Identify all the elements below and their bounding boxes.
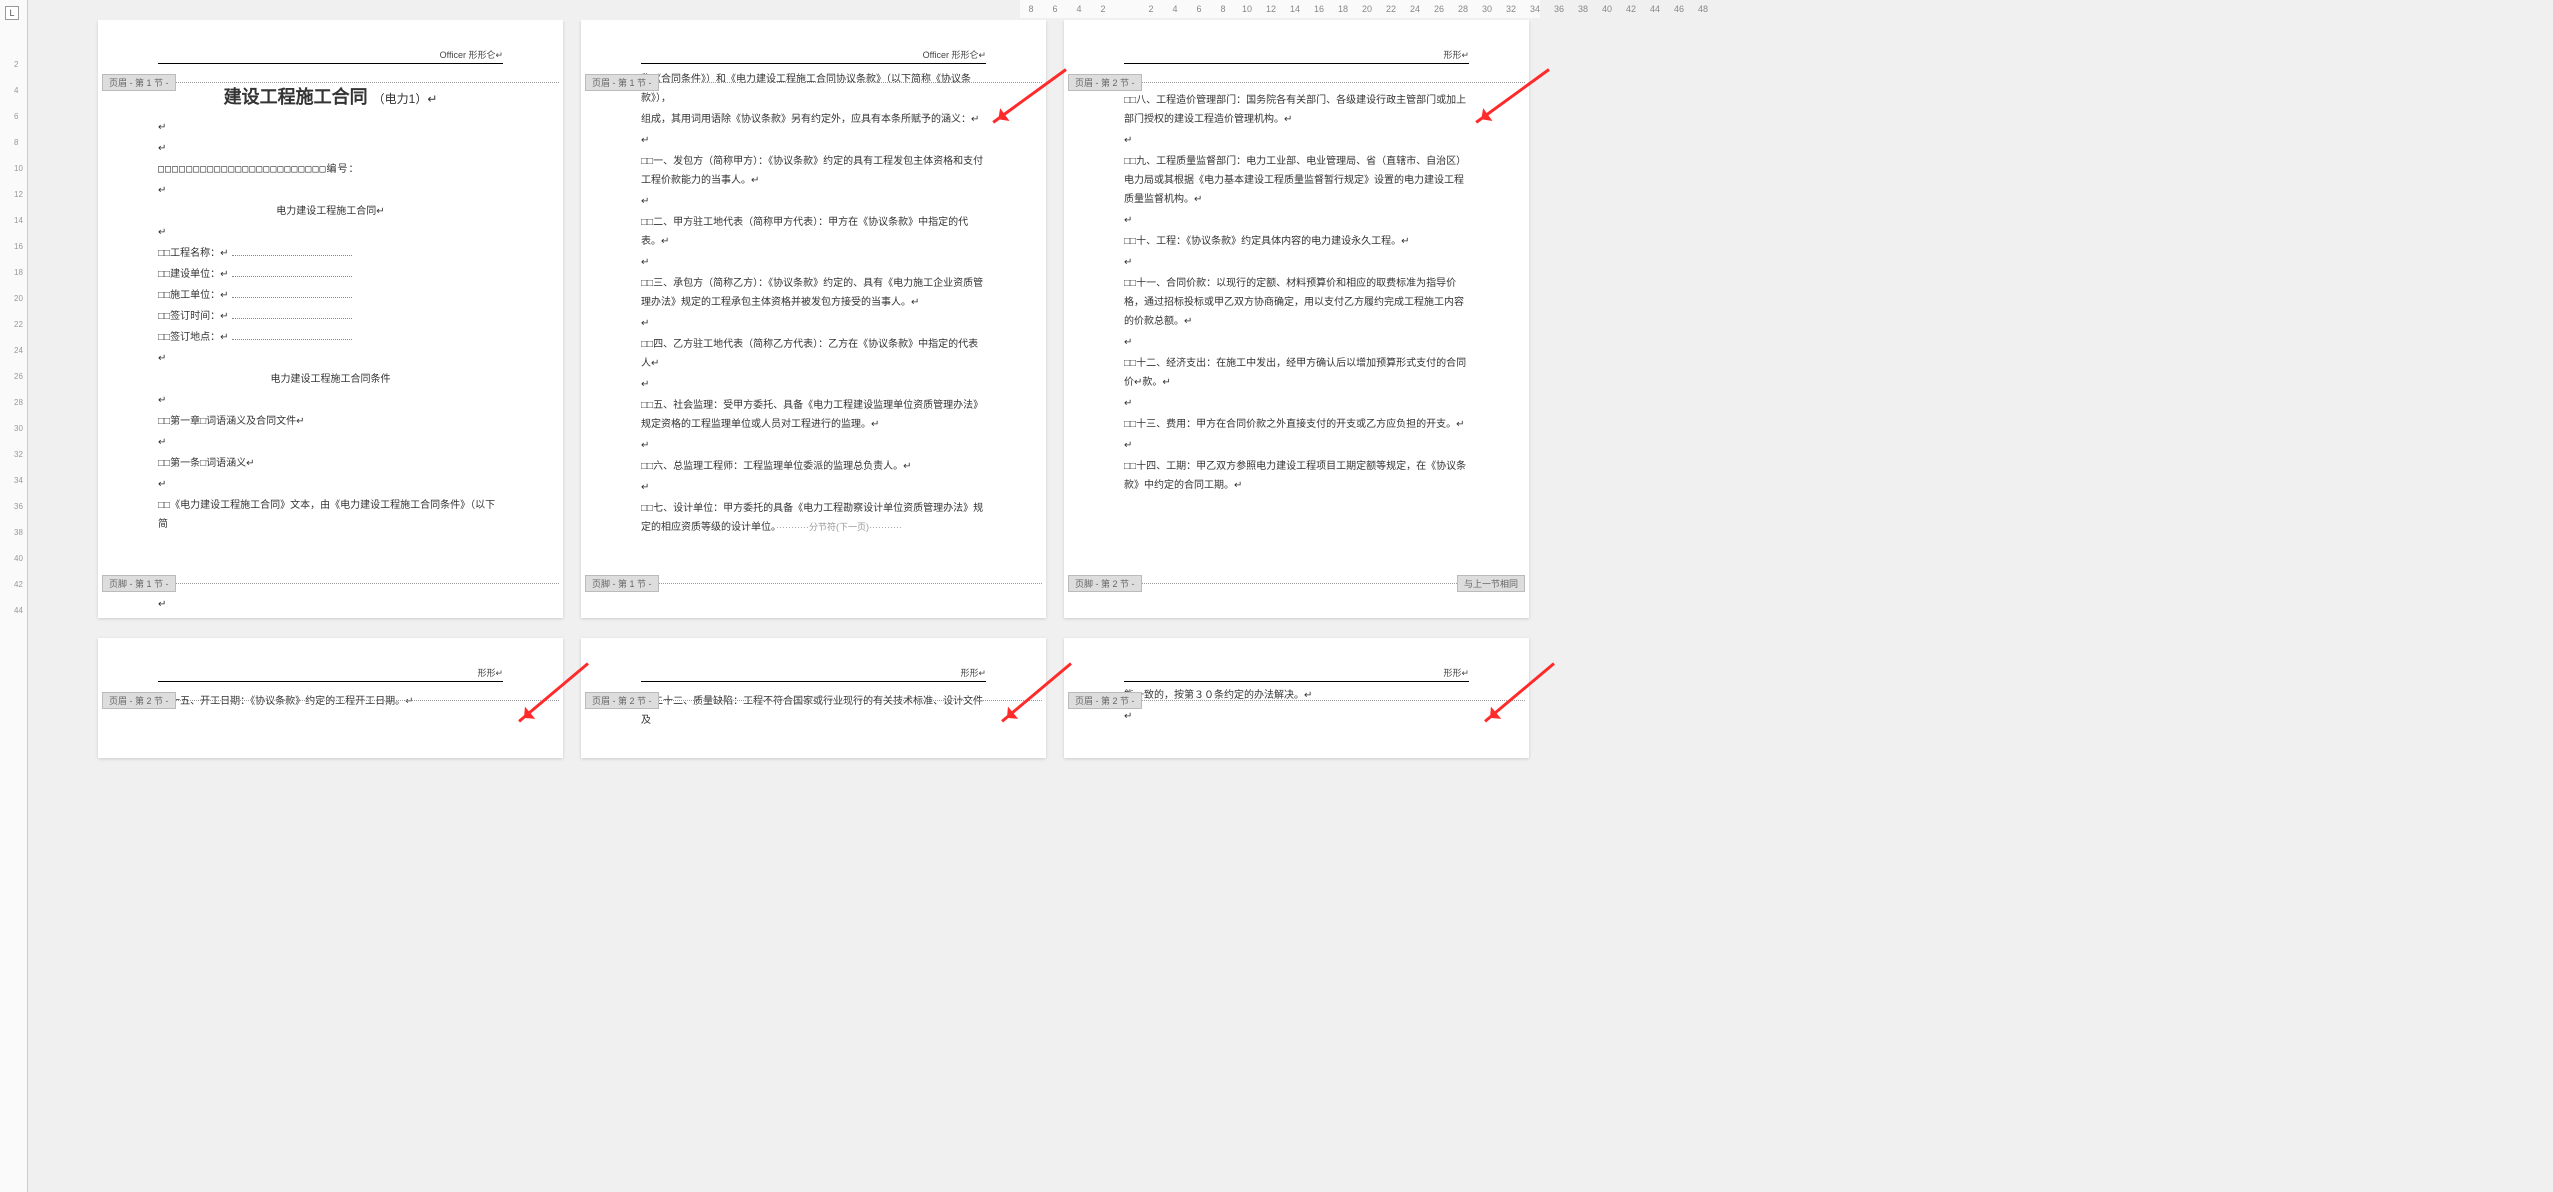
ruler-tick: 18 — [14, 268, 23, 277]
header-section-tag: 页眉 - 第 2 节 - — [102, 692, 176, 709]
page-header[interactable]: 形形↵ — [1124, 638, 1469, 682]
ruler-tick: 36 — [14, 502, 23, 511]
tab-stop-indicator[interactable]: L — [5, 6, 19, 20]
section-break: ···········分节符(下一页)··········· — [776, 522, 902, 532]
ruler-tick: 10 — [14, 164, 23, 173]
document-workspace: Officer 形形仑↵ 页眉 - 第 1 节 - 建设工程施工合同 （电力1）… — [28, 20, 2553, 1192]
ruler-tick: 38 — [14, 528, 23, 537]
ruler-tick: 34 — [14, 476, 23, 485]
ruler-tick: 44 — [1648, 4, 1662, 14]
ruler-tick: 46 — [1672, 4, 1686, 14]
page-2[interactable]: Officer 形形仑↵ 页眉 - 第 1 节 - 称《合同条件》）和《电力建设… — [581, 20, 1046, 618]
page-3[interactable]: 形形↵ 页眉 - 第 2 节 - ↵ □□八、工程造价管理部门：国务院各有关部门… — [1064, 20, 1529, 618]
ruler-tick: 32 — [1504, 4, 1518, 14]
ruler-tick: 38 — [1576, 4, 1590, 14]
field-project-name: □□工程名称：↵ — [158, 244, 503, 263]
ruler-tick: 14 — [1288, 4, 1302, 14]
field-sign-date: □□签订时间：↵ — [158, 307, 503, 326]
header-section-tag: 页眉 - 第 1 节 - — [102, 74, 176, 91]
horizontal-ruler[interactable]: 8642246810121416182022242628303234363840… — [1020, 0, 1540, 18]
footer-section-tag: 页脚 - 第 1 节 - — [102, 575, 176, 592]
ruler-tick: 12 — [14, 190, 23, 199]
ruler-tick: 6 — [1048, 4, 1062, 14]
ruler-tick: 22 — [1384, 4, 1398, 14]
footer-same-as-prev: 与上一节相同 — [1457, 575, 1525, 592]
ruler-tick: 6 — [14, 112, 18, 121]
ruler-tick: 2 — [14, 60, 18, 69]
page-body[interactable]: 建设工程施工合同 （电力1）↵ ↵ ↵ □□□□□□□□□□□□□□□□□□□□… — [98, 64, 563, 546]
serial-box-line: □□□□□□□□□□□□□□□□□□□□□□□□编号： — [158, 160, 503, 179]
header-section-tag: 页眉 - 第 2 节 - — [1068, 692, 1142, 709]
page-1[interactable]: Officer 形形仑↵ 页眉 - 第 1 节 - 建设工程施工合同 （电力1）… — [98, 20, 563, 618]
ruler-tick: 2 — [1096, 4, 1110, 14]
header-section-tag: 页眉 - 第 2 节 - — [1068, 74, 1142, 91]
ruler-tick: 8 — [1024, 4, 1038, 14]
page-body[interactable]: 称《合同条件》）和《电力建设工程施工合同协议条款》（以下简称《协议条款》）， 组… — [581, 64, 1046, 549]
ruler-tick: 42 — [1624, 4, 1638, 14]
subtitle: 电力建设工程施工合同↵ — [158, 202, 503, 221]
page-body[interactable]: 能一致的，按第３０条约定的办法解决。↵ ↵ — [1064, 682, 1529, 738]
footer-section-tag: 页脚 - 第 2 节 - — [1068, 575, 1142, 592]
ruler-tick: 42 — [14, 580, 23, 589]
pages-row-1: Officer 形形仑↵ 页眉 - 第 1 节 - 建设工程施工合同 （电力1）… — [28, 20, 2553, 618]
ruler-tick: 16 — [14, 242, 23, 251]
footer-section-tag: 页脚 - 第 1 节 - — [585, 575, 659, 592]
ruler-tick: 10 — [1240, 4, 1254, 14]
ruler-tick: 18 — [1336, 4, 1350, 14]
ruler-tick: 6 — [1192, 4, 1206, 14]
ruler-tick: 20 — [14, 294, 23, 303]
page-6[interactable]: 形形↵ 页眉 - 第 2 节 - 能一致的，按第３０条约定的办法解决。↵ ↵ — [1064, 638, 1529, 758]
body-text: □□《电力建设工程施工合同》文本，由《电力建设工程施工合同条件》（以下简 — [158, 496, 503, 534]
ruler-tick: 8 — [1216, 4, 1230, 14]
chapter-heading: □□第一章□词语涵义及合同文件↵ — [158, 412, 503, 431]
subtitle-conditions: 电力建设工程施工合同条件 — [158, 370, 503, 389]
header-section-tag: 页眉 - 第 1 节 - — [585, 74, 659, 91]
ruler-tick: 36 — [1552, 4, 1566, 14]
page-header[interactable]: Officer 形形仑↵ — [641, 20, 986, 64]
ruler-tick: 20 — [1360, 4, 1374, 14]
field-build-unit: □□建设单位：↵ — [158, 265, 503, 284]
page-header[interactable]: 形形↵ — [1124, 20, 1469, 64]
pages-row-2: 形形↵ 页眉 - 第 2 节 - □□十五、开工日期：《协议条款》约定的工程开工… — [28, 638, 2553, 758]
ruler-tick: 30 — [14, 424, 23, 433]
ruler-tick: 28 — [1456, 4, 1470, 14]
field-sign-place: □□签订地点：↵ — [158, 328, 503, 347]
doc-title-sub: （电力1）↵ — [373, 92, 438, 106]
ruler-tick: 26 — [1432, 4, 1446, 14]
page-header[interactable]: Officer 形形仑↵ — [158, 20, 503, 64]
doc-title: 建设工程施工合同 — [224, 87, 368, 107]
ruler-tick: 40 — [1600, 4, 1614, 14]
ruler-tick: 30 — [1480, 4, 1494, 14]
page-body[interactable]: ↵ □□八、工程造价管理部门：国务院各有关部门、各级建设行政主管部门或加上部门授… — [1064, 64, 1529, 507]
ruler-tick: 28 — [14, 398, 23, 407]
ruler-tick: 2 — [1144, 4, 1158, 14]
ruler-tick: 4 — [1168, 4, 1182, 14]
ruler-tick: 16 — [1312, 4, 1326, 14]
page-header[interactable]: 形形↵ — [641, 638, 986, 682]
vertical-ruler[interactable]: L 24681012141618202224262830323436384042… — [0, 0, 28, 1192]
page-5[interactable]: 形形↵ 页眉 - 第 2 节 - □□二十二、质量缺陷：工程不符合国家或行业现行… — [581, 638, 1046, 758]
ruler-tick: 24 — [14, 346, 23, 355]
ruler-tick: 12 — [1264, 4, 1278, 14]
ruler-tick: 8 — [14, 138, 18, 147]
page-body[interactable]: □□二十二、质量缺陷：工程不符合国家或行业现行的有关技术标准、设计文件及 — [581, 682, 1046, 742]
field-construct-unit: □□施工单位：↵ — [158, 286, 503, 305]
page-header[interactable]: 形形↵ — [158, 638, 503, 682]
ruler-tick: 22 — [14, 320, 23, 329]
ruler-tick: 44 — [14, 606, 23, 615]
article-1: □□第一条□词语涵义↵ — [158, 454, 503, 473]
ruler-tick: 32 — [14, 450, 23, 459]
ruler-tick: 26 — [14, 372, 23, 381]
page-4[interactable]: 形形↵ 页眉 - 第 2 节 - □□十五、开工日期：《协议条款》约定的工程开工… — [98, 638, 563, 758]
ruler-tick: 4 — [1072, 4, 1086, 14]
ruler-tick: 34 — [1528, 4, 1542, 14]
ruler-tick: 14 — [14, 216, 23, 225]
ruler-tick: 40 — [14, 554, 23, 563]
ruler-tick: 24 — [1408, 4, 1422, 14]
ruler-tick: 4 — [14, 86, 18, 95]
ruler-tick: 48 — [1696, 4, 1710, 14]
header-section-tag: 页眉 - 第 2 节 - — [585, 692, 659, 709]
